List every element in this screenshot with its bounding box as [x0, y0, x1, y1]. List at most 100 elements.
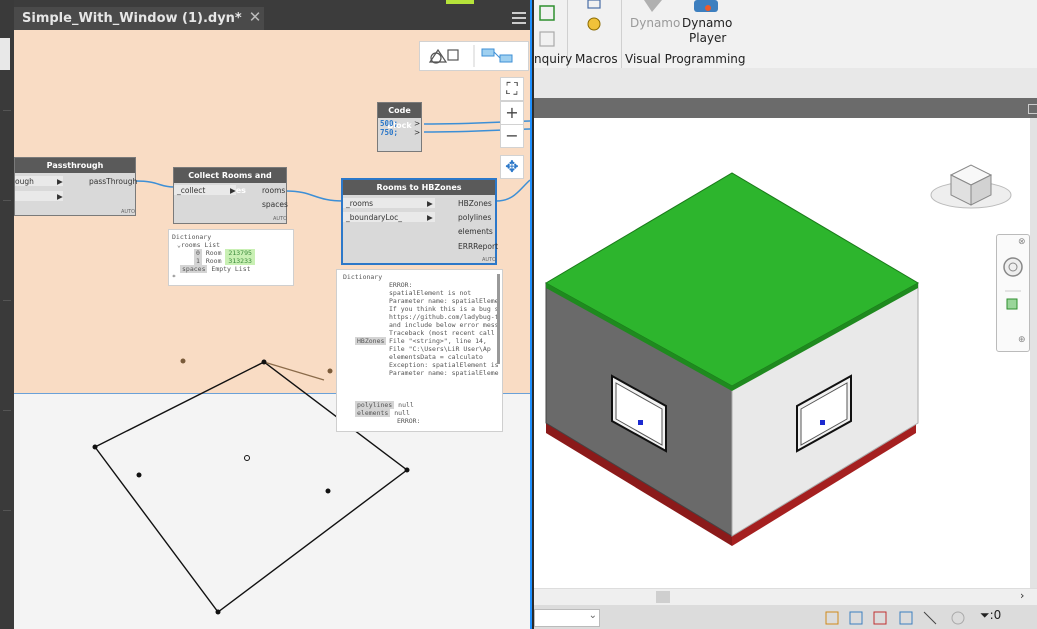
- preview-scrollbar[interactable]: [497, 274, 500, 364]
- funnel-icon: ⏷: [980, 608, 990, 622]
- input-port-label[interactable]: ough: [15, 177, 34, 186]
- preview-list-label: List: [204, 241, 221, 249]
- dynamo-icon[interactable]: [642, 0, 672, 16]
- input-port-icon[interactable]: ▶: [230, 186, 236, 195]
- revit-left-strip: [0, 0, 14, 629]
- input-port-label[interactable]: _boundaryLoc_: [346, 213, 402, 222]
- lacing-label: AUTO: [273, 216, 288, 222]
- output-port-icon[interactable]: >: [414, 119, 420, 128]
- zoom-out-button[interactable]: −: [500, 124, 524, 148]
- zoom-fit-button[interactable]: ⛶: [500, 77, 524, 101]
- input-port-icon[interactable]: ▶: [57, 192, 63, 201]
- preview-value: Empty List: [211, 265, 251, 273]
- preview-index: 1: [194, 257, 202, 265]
- macro-icons[interactable]: [584, 0, 604, 36]
- pan-button[interactable]: ✥: [500, 155, 524, 179]
- error-text: ERROR: spatialElement is not Parameter n…: [389, 281, 499, 377]
- fit-view-icon: ⛶: [506, 79, 518, 98]
- revit-3d-view[interactable]: [534, 118, 1030, 588]
- output-port-label[interactable]: HBZones: [458, 199, 492, 208]
- preview-key: HBZones: [355, 337, 387, 345]
- nav-options-icon[interactable]: ⊕: [1018, 335, 1026, 345]
- scroll-thumb[interactable]: [656, 591, 670, 603]
- input-port-label[interactable]: _rooms: [346, 199, 373, 208]
- panel-visual-programming: Visual Programming: [625, 52, 746, 66]
- room-value: 213795: [225, 249, 255, 257]
- node-title: Rooms to HBZones: [343, 180, 495, 195]
- output-port-icon[interactable]: >: [414, 128, 420, 137]
- inquiry-icons[interactable]: [538, 4, 558, 48]
- zoom-in-button[interactable]: +: [500, 101, 524, 125]
- geometry-graph-toggle-icon: [428, 45, 513, 67]
- divider: [3, 110, 11, 111]
- input-port-icon[interactable]: ▶: [427, 213, 433, 222]
- rooms-to-hbzones-node[interactable]: Rooms to HBZones _rooms ▶ _boundaryLoc_ …: [341, 178, 498, 265]
- output-port-label[interactable]: polylines: [458, 213, 491, 222]
- passthrough-node[interactable]: Passthrough ough ▶ ▶ passThrough AUTO: [14, 157, 137, 216]
- node-title: Collect Rooms and Spaces: [174, 168, 286, 195]
- restore-icon[interactable]: [1028, 104, 1037, 114]
- code-line[interactable]: 750;: [380, 128, 398, 137]
- collect-rooms-node[interactable]: Collect Rooms and Spaces _collect ▶ room…: [173, 167, 288, 224]
- scroll-right-icon[interactable]: ›: [1020, 589, 1024, 602]
- output-port-label[interactable]: ERRReport: [458, 242, 498, 251]
- preview-key: rooms: [180, 241, 201, 249]
- preview-type: Dictionary: [172, 233, 212, 241]
- node-title: Passthrough: [15, 158, 135, 173]
- wire-passthrough-collect: [135, 180, 175, 188]
- pan-icon: ✥: [505, 157, 519, 176]
- preview-value: null: [394, 409, 410, 417]
- selection-filter-icons[interactable]: [824, 609, 984, 627]
- chevron-down-icon: ⌄: [588, 610, 597, 621]
- dynamo-player-icon[interactable]: [692, 0, 722, 16]
- navigation-bar[interactable]: ⊗ ⊕: [996, 234, 1030, 352]
- workset-dropdown[interactable]: ⌄: [534, 609, 600, 627]
- steering-wheel-icon[interactable]: [1001, 255, 1025, 315]
- panel-inquiry: nquiry: [534, 52, 573, 66]
- output-port-label[interactable]: spaces: [262, 200, 288, 209]
- close-icon[interactable]: ⊗: [1018, 237, 1026, 247]
- panel-macros: Macros: [575, 52, 618, 66]
- preview-index: 0: [194, 249, 202, 257]
- dynamo-window: Simple_With_Window (1).dyn* ✕ ⛶ + − ✥ Co…: [14, 0, 532, 629]
- revit-ribbon: Dynamo Dynamo Player nquiry Macros Visua…: [534, 0, 1037, 69]
- preview-value: null: [398, 401, 414, 409]
- preview-value: ERROR:: [397, 417, 421, 425]
- view-cube-icon[interactable]: [927, 153, 1017, 223]
- preview-label: Room: [205, 249, 222, 257]
- dynamo-button[interactable]: Dynamo: [630, 16, 680, 30]
- filter-count[interactable]: ⏷:0: [980, 608, 1001, 623]
- lacing-label: AUTO: [482, 257, 497, 263]
- view-mode-toggle[interactable]: [419, 41, 529, 71]
- divider: [3, 200, 11, 201]
- input-port-icon[interactable]: ▶: [427, 199, 433, 208]
- preview-key: elements: [355, 409, 391, 417]
- lacing-label: AUTO: [121, 209, 136, 215]
- node-title: Code Block: [378, 103, 421, 130]
- wire-rooms-hbzones: [285, 190, 345, 202]
- output-port-label[interactable]: rooms: [262, 186, 285, 195]
- dynamo-player-button-line2: Player: [689, 31, 727, 45]
- input-port-label[interactable]: _collect: [177, 186, 205, 195]
- revit-status-bar: ⌄ ⏷:0: [534, 605, 1037, 629]
- revit-left-panel: [0, 38, 10, 70]
- revit-vertical-scrollbar[interactable]: [1030, 118, 1037, 588]
- preview-key: spaces: [180, 265, 208, 273]
- room-value: 313233: [225, 257, 255, 265]
- divider: [3, 410, 11, 411]
- code-line[interactable]: 500;: [380, 119, 398, 128]
- revit-toolbar: [534, 68, 1037, 98]
- input-port-icon[interactable]: ▶: [57, 177, 63, 186]
- preview-type: Dictionary: [343, 273, 383, 281]
- code-block-node[interactable]: Code Block 500; 750; > >: [377, 102, 422, 152]
- output-port-label[interactable]: elements: [458, 227, 493, 236]
- output-port-label[interactable]: passThrough: [89, 177, 137, 186]
- preview-star: *: [172, 273, 176, 281]
- revit-view-tabs: [534, 98, 1037, 118]
- revit-horizontal-scrollbar[interactable]: ›: [534, 588, 1037, 606]
- preview-key: polylines: [355, 401, 395, 409]
- divider: [3, 300, 11, 301]
- dynamo-player-button[interactable]: Dynamo: [682, 16, 732, 30]
- hbzones-preview-bubble[interactable]: Dictionary ERROR: spatialElement is not …: [336, 269, 503, 432]
- collect-preview-bubble[interactable]: Dictionary ⌄rooms List 0 Room 213795 1 R…: [168, 229, 294, 286]
